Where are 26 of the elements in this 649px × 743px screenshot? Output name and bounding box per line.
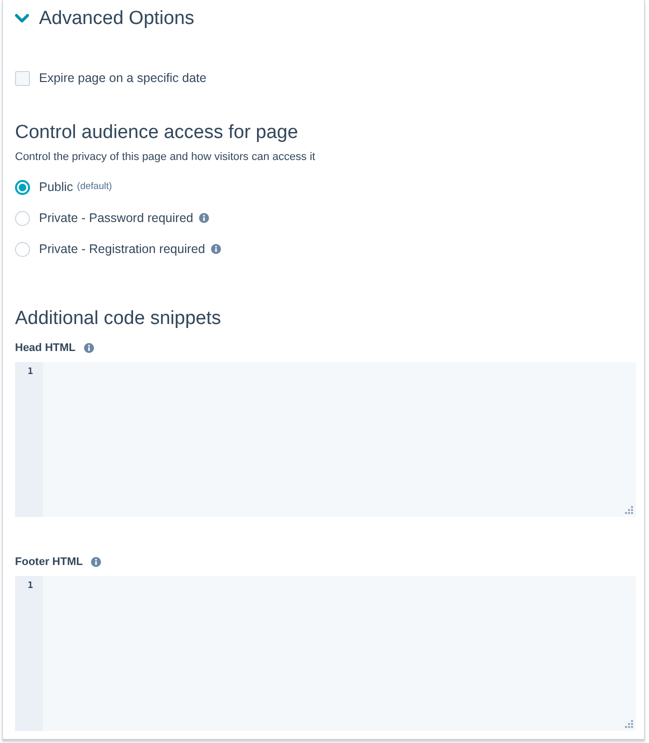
- radio-button[interactable]: [15, 242, 30, 256]
- section-heading: Control audience access for page: [15, 121, 300, 145]
- section-description: Control the privacy of this page and how visitors can access it: [15, 150, 316, 164]
- radio-label[interactable]: Private - Registration required: [39, 241, 206, 257]
- radio-button[interactable]: [15, 180, 30, 194]
- checkbox-label[interactable]: Expire page on a specific date: [39, 70, 206, 86]
- chevron-down-icon[interactable]: [15, 14, 29, 24]
- info-icon[interactable]: [199, 213, 210, 223]
- radio-label[interactable]: Private - Password required: [39, 210, 194, 226]
- radio-button[interactable]: [15, 210, 30, 226]
- field-label: Head HTML: [15, 341, 76, 355]
- line-number: 1: [28, 581, 33, 592]
- default-note: (default): [77, 180, 112, 194]
- code-editor[interactable]: 1: [15, 362, 636, 517]
- section-title[interactable]: Advanced Options: [39, 7, 194, 31]
- info-icon[interactable]: [211, 244, 222, 254]
- field-label: Footer HTML: [15, 555, 83, 569]
- radio-label[interactable]: Public: [39, 179, 74, 195]
- line-number: 1: [28, 367, 33, 378]
- info-icon[interactable]: [84, 343, 94, 353]
- info-icon[interactable]: [90, 557, 101, 567]
- section-heading: Additional code snippets: [15, 307, 222, 331]
- resize-handle-icon[interactable]: [625, 720, 633, 728]
- resize-handle-icon[interactable]: [625, 506, 633, 514]
- code-editor[interactable]: 1: [15, 576, 636, 731]
- checkbox[interactable]: [15, 70, 30, 86]
